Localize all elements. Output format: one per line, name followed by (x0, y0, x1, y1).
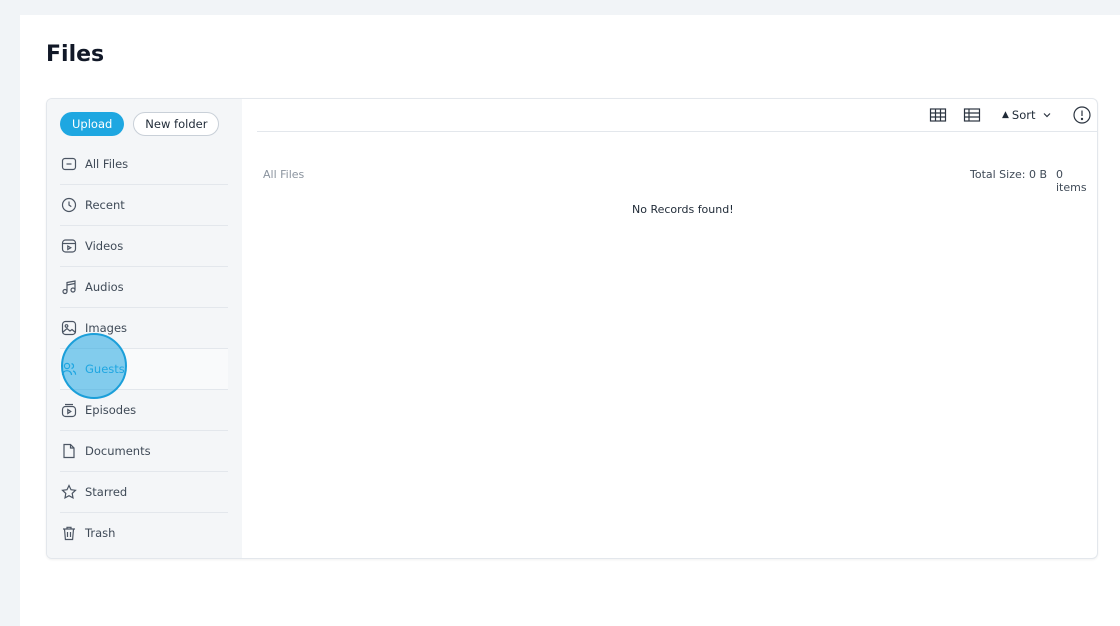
folder-icon (61, 156, 77, 172)
new-folder-button[interactable]: New folder (133, 112, 220, 136)
total-size: Total Size: 0 B (970, 168, 1048, 181)
sidebar-item-label: All Files (85, 157, 129, 171)
empty-state-message: No Records found! (632, 203, 734, 216)
grid-view-icon[interactable] (929, 106, 947, 124)
sidebar-item-label: Episodes (85, 403, 137, 417)
sidebar-item-label: Guests (85, 362, 125, 376)
sidebar-item-label: Trash (85, 526, 116, 540)
sidebar-item-images[interactable]: Images (60, 308, 228, 349)
chevron-down-icon (1043, 113, 1050, 118)
sidebar-item-starred[interactable]: Starred (60, 472, 228, 513)
list-view-icon[interactable] (963, 106, 981, 124)
breadcrumb: All Files (263, 168, 305, 181)
image-icon (61, 320, 77, 336)
sidebar-item-label: Images (85, 321, 128, 335)
sidebar-item-videos[interactable]: Videos (60, 226, 228, 267)
sidebar-item-label: Starred (85, 485, 128, 499)
clock-icon (61, 197, 77, 213)
info-icon[interactable] (1072, 105, 1092, 125)
sidebar-item-episodes[interactable]: Episodes (60, 390, 228, 431)
video-icon (61, 238, 77, 254)
episode-icon (61, 402, 77, 418)
page-title: Files (46, 42, 105, 67)
upload-button[interactable]: Upload (60, 112, 125, 136)
document-icon (61, 443, 77, 459)
sort-arrows-icon: ▲︎ (1002, 110, 1009, 120)
sidebar-item-all-files[interactable]: All Files (60, 144, 228, 185)
users-icon (61, 361, 77, 377)
sort-dropdown[interactable]: ▲︎ Sort (1002, 106, 1052, 124)
sidebar-item-trash[interactable]: Trash (60, 513, 228, 553)
files-panel: Upload New folder All Files Recent Video… (46, 98, 1098, 559)
sort-label: Sort (1011, 108, 1036, 122)
sidebar-item-label: Audios (85, 280, 124, 294)
star-icon (61, 484, 77, 500)
sidebar-item-label: Documents (85, 444, 151, 458)
sidebar-item-label: Videos (85, 239, 124, 253)
music-note-icon (61, 279, 77, 295)
sidebar-item-guests[interactable]: Guests (60, 333, 228, 399)
trash-icon (61, 525, 77, 541)
files-page: Files Upload New folder All Files Recent… (20, 15, 1120, 626)
sidebar-item-documents[interactable]: Documents (60, 431, 228, 472)
sidebar-item-label: Recent (85, 198, 125, 212)
sidebar-item-audios[interactable]: Audios (60, 267, 228, 308)
sidebar: Upload New folder All Files Recent Video… (47, 99, 242, 558)
toolbar: ▲︎ Sort (257, 99, 1097, 132)
sidebar-item-recent[interactable]: Recent (60, 185, 228, 226)
sidebar-nav: All Files Recent Videos Audios Images Gu… (60, 144, 228, 553)
item-count: 0 items (1056, 168, 1087, 194)
action-buttons: Upload New folder (60, 112, 220, 136)
